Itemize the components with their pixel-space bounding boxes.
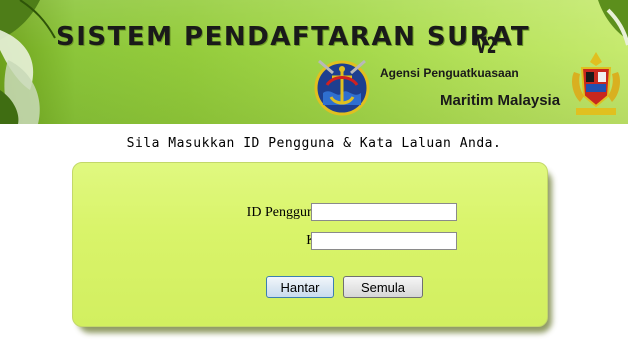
submit-button[interactable]: Hantar: [266, 276, 334, 298]
leaf-decoration-icon: [0, 0, 56, 124]
user-id-input[interactable]: [311, 203, 457, 221]
login-instruction: Sila Masukkan ID Pengguna & Kata Laluan …: [126, 136, 502, 151]
agency-name-line1: Agensi Penguatkuasaan: [380, 66, 519, 80]
maritime-agency-logo-icon: [314, 59, 370, 116]
login-panel: ID Pengguna (No. KP) Kata Laluan Hantar …: [72, 162, 548, 327]
reset-button[interactable]: Semula: [343, 276, 423, 298]
coat-of-arms-icon: [572, 52, 620, 115]
password-input[interactable]: [311, 232, 457, 250]
agency-name-line2: Maritim Malaysia: [440, 92, 561, 109]
version-label: V2: [476, 34, 497, 59]
system-title: SISTEM PENDAFTARAN SURAT: [56, 22, 531, 52]
header-banner: SISTEM PENDAFTARAN SURAT V2 Agensi Pengu…: [0, 0, 628, 124]
